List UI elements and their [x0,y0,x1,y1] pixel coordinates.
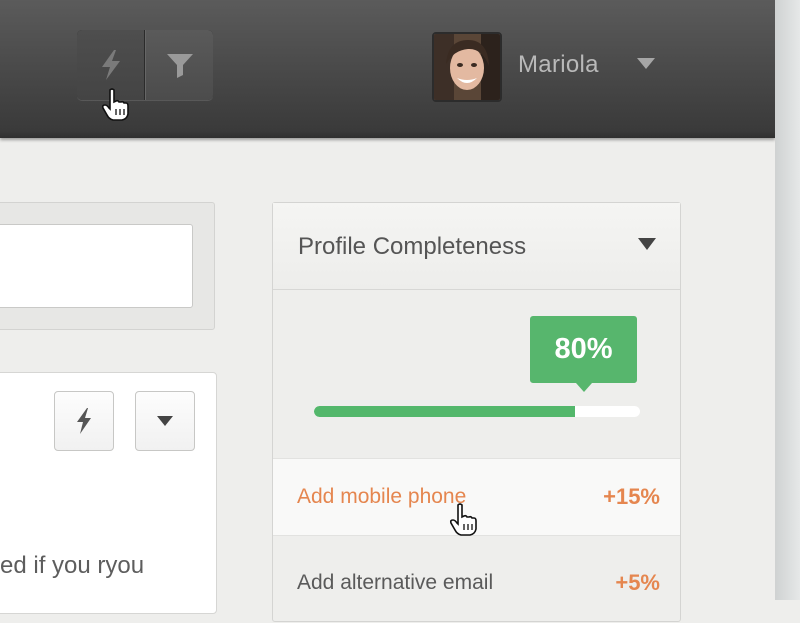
task-row-alternative-email[interactable]: Add alternative email +5% [273,545,680,623]
completion-badge: 80% [530,316,637,392]
task-label: Add mobile phone [297,485,467,508]
collapse-chevron-down-icon[interactable] [638,238,656,250]
page-edge [775,0,800,600]
search-input[interactable] [0,224,193,308]
card-quick-action-button[interactable] [54,391,114,451]
lightning-icon [77,408,91,434]
widget-title: Profile Completeness [298,233,527,260]
task-percentage: +15% [603,484,660,509]
task-label: Add alternative email [297,571,494,594]
user-menu-chevron-down-icon[interactable] [637,58,655,69]
completion-progress-bar [314,406,640,417]
quick-actions-group [77,30,213,100]
filter-icon [166,54,193,78]
avatar[interactable] [432,32,502,102]
user-photo [434,34,500,100]
card-body-text: ed if you ryou [0,552,145,579]
lightning-icon [101,50,120,80]
hand-cursor-icon [101,88,129,121]
card-menu-button[interactable] [135,391,195,451]
user-name[interactable]: Mariola [518,51,599,79]
hand-cursor-icon [449,503,477,536]
chevron-down-icon [157,416,173,426]
task-percentage: +5% [615,570,660,595]
progress-fill [314,406,575,417]
filter-button[interactable] [145,30,213,100]
